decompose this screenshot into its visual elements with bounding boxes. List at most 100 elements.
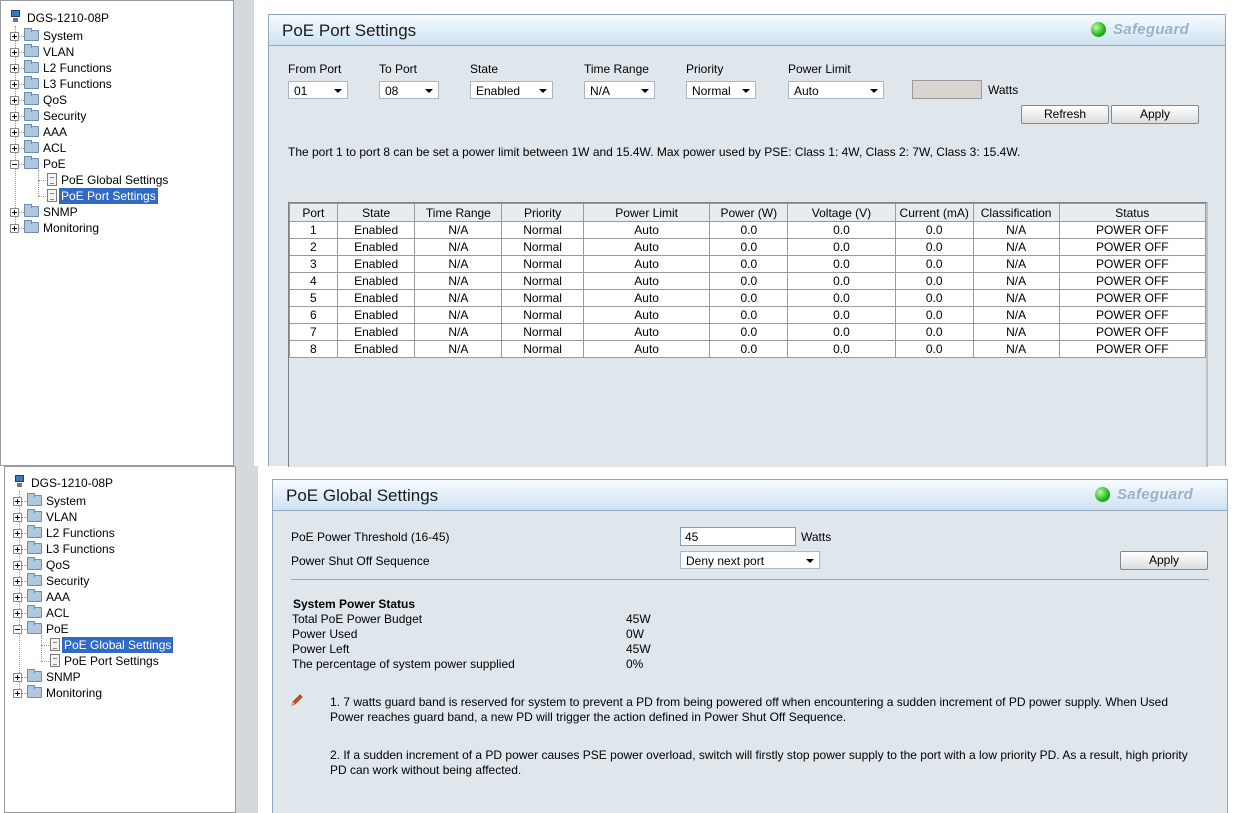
tree-item-label: AAA [46,590,71,604]
folder-open-icon [24,156,39,169]
table-cell: 0.0 [894,289,974,307]
threshold-input[interactable]: 45 [680,527,796,546]
state-select[interactable]: Enabled [470,81,553,99]
table-row: 4 Enabled N/A Normal Auto 0.0 0.0 0.0 N/A POWER O… [289,272,1207,290]
priority-select[interactable]: Normal [686,81,756,99]
column-header: Time Range [414,203,503,222]
expand-icon[interactable] [13,593,22,602]
expand-icon[interactable] [13,513,22,522]
column-header: Status [1058,203,1207,222]
expand-icon[interactable] [10,64,19,73]
tree-item-label: L2 Functions [46,526,115,540]
folder-icon [27,557,42,570]
tree-item-label: L3 Functions [46,542,115,556]
table-cell: 3 [289,255,338,273]
table-cell: 0.0 [894,306,974,324]
tree-root-label: DGS-1210-08P [31,476,114,490]
column-header: Power Limit [582,203,711,222]
expand-icon[interactable] [13,529,22,538]
table-cell: POWER OFF [1058,255,1207,273]
table-cell: POWER OFF [1058,340,1207,358]
tree-item-label: L2 Functions [43,61,112,75]
priority-label: Priority [686,62,724,76]
tree-item-label: Security [46,574,90,588]
page-icon [50,654,60,667]
port-table-container[interactable]: Port State Time Range Priority Power Limit Po… [288,202,1208,467]
expand-icon[interactable] [10,112,19,121]
table-cell: 0.0 [787,306,896,324]
chevron-down-icon [539,89,547,93]
section-divider [291,579,1209,580]
folder-icon [24,76,39,89]
state-label: State [470,62,499,76]
chevron-down-icon [806,559,814,563]
poe-global-settings-panel: PoE Global Settings Safeguard PoE Power … [272,479,1228,813]
expand-icon[interactable] [10,80,19,89]
power-limit-select[interactable]: Auto [788,81,884,99]
tree-item-label: PoE [46,622,69,636]
apply-button[interactable]: Apply [1120,551,1208,570]
table-cell: Auto [582,306,711,324]
table-cell: 0.0 [894,255,974,273]
table-cell: 1 [289,221,338,239]
expand-icon[interactable] [13,609,22,618]
folder-icon [24,124,39,137]
time-range-select[interactable]: N/A [584,81,655,99]
power-limit-note: The port 1 to port 8 can be set a power … [288,145,1021,159]
refresh-button[interactable]: Refresh [1021,105,1109,124]
folder-icon [27,541,42,554]
to-port-select[interactable]: 08 [379,81,439,99]
tree-root-label: DGS-1210-08P [27,11,110,25]
expand-icon[interactable] [10,224,19,233]
splitter-top[interactable] [234,0,254,466]
status-label: Power Used [292,627,358,641]
table-cell: Normal [501,340,584,358]
expand-icon[interactable] [13,673,22,682]
table-cell: Normal [501,221,584,239]
tree-item-label: AAA [43,125,68,139]
from-port-label: From Port [288,62,342,76]
safeguard-label: Safeguard [1117,486,1194,503]
tree-item-label: QoS [46,558,71,572]
nav-tree-top: DGS-1210-08P System VLAN L2 Functions L3 Fu… [0,0,234,466]
page-title: PoE Global Settings [286,486,439,505]
expand-icon[interactable] [10,144,19,153]
table-cell: N/A [972,272,1060,290]
expand-icon[interactable] [10,96,19,105]
threshold-watts-unit: Watts [801,530,832,544]
table-cell: N/A [414,272,503,290]
power-limit-watts-input[interactable] [912,80,982,99]
shutoff-sequence-select[interactable]: Deny next port [680,551,820,569]
table-cell: N/A [414,323,503,341]
table-cell: Enabled [336,323,416,341]
collapse-icon[interactable] [13,625,22,634]
expand-icon[interactable] [13,561,22,570]
expand-icon[interactable] [10,32,19,41]
from-port-select[interactable]: 01 [288,81,348,99]
splitter-bottom[interactable] [236,466,258,813]
table-cell: POWER OFF [1058,289,1207,307]
expand-icon[interactable] [13,497,22,506]
tree-item-label: VLAN [43,45,75,59]
expand-icon[interactable] [13,689,22,698]
expand-icon[interactable] [13,577,22,586]
table-row: 2 Enabled N/A Normal Auto 0.0 0.0 0.0 N/A POWER O… [289,238,1207,256]
expand-icon[interactable] [10,208,19,217]
tree-item-label: PoE Global Settings [62,637,174,653]
expand-icon[interactable] [13,545,22,554]
expand-icon[interactable] [10,48,19,57]
apply-button[interactable]: Apply [1111,105,1199,124]
chevron-down-icon [334,89,342,93]
folder-open-icon [27,621,42,634]
table-cell: N/A [972,306,1060,324]
table-cell: Enabled [336,306,416,324]
collapse-icon[interactable] [10,160,19,169]
table-cell: 0.0 [709,221,789,239]
table-cell: 0.0 [787,289,896,307]
chevron-down-icon [641,89,649,93]
page-icon [47,189,57,202]
table-cell: 0.0 [894,238,974,256]
table-row: 5 Enabled N/A Normal Auto 0.0 0.0 0.0 N/A POWER O… [289,289,1207,307]
expand-icon[interactable] [10,128,19,137]
tree-item-label: SNMP [43,205,78,219]
